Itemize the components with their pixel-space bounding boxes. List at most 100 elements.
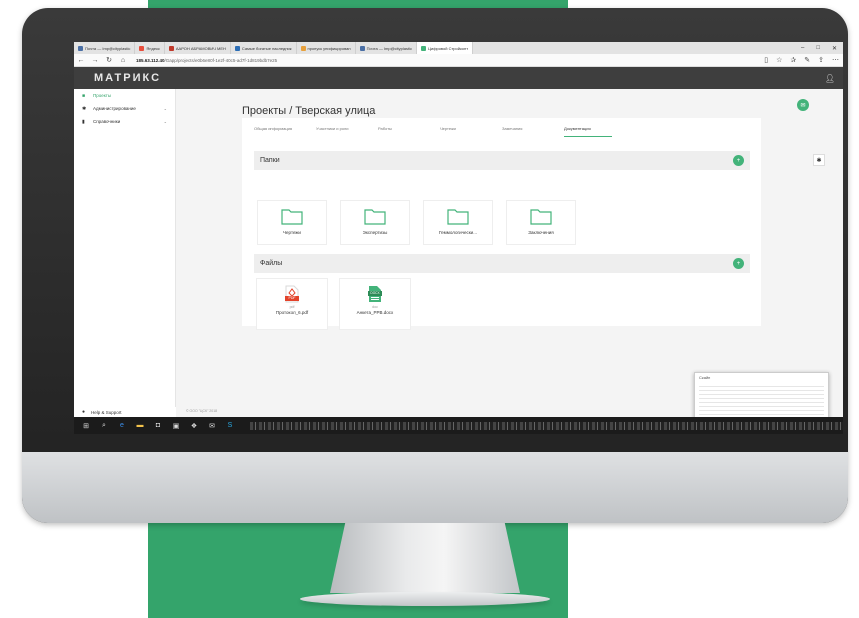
folders-header: Папки + [254,151,750,170]
tab-label: ААРОН АБРАМОВИЧ МЕН [175,45,226,51]
dropbox-icon[interactable]: ❖ [190,422,198,430]
favorites-icon[interactable]: ✰ [790,56,796,64]
app-icon[interactable]: ▣ [172,422,180,430]
tab-label: Почта — Imp@cityplastic [85,45,131,51]
edge-browser-icon[interactable]: e [118,422,126,429]
sidebar-item-projects[interactable]: ■ Проекты [74,89,175,102]
maximize-icon[interactable]: □ [816,45,820,52]
tab-documentation[interactable]: Документация [564,126,626,131]
file-name: Протокол_6.pdf [275,310,309,315]
file-extension: doc [372,305,378,309]
url-path: /Gapp/projects/e0b6e80f-1e2f-40c5-ad7f-1… [164,57,278,63]
browser-tab[interactable]: пропуск унифицирован [297,42,356,54]
help-icon: ● [82,409,86,415]
file-extension: pdf [289,305,295,309]
sidebar-item-references[interactable]: ▮ Справочники ⌄ [74,115,175,128]
thumbnail-title: Скайп [699,375,711,380]
help-support-link[interactable]: ● Help & Support [74,407,176,417]
folder-name: Экспертизы [362,230,388,235]
mail-icon[interactable]: ✉ [208,422,216,430]
tab-favicon-icon [300,45,306,51]
folder-name: Геммологически... [439,230,477,235]
book-icon: ▮ [82,118,85,125]
share-icon[interactable]: ⇪ [818,56,824,64]
browser-tab-bar: Почта — Imp@cityplastic Яндекс ААРОН АБР… [74,42,843,54]
favorite-star-icon[interactable]: ☆ [776,56,782,64]
file-explorer-icon[interactable]: ▬ [136,422,144,429]
tab-favicon-icon [168,45,174,51]
folder-icon [281,209,303,225]
sidebar-item-label: Администрирование [93,106,136,111]
settings-panel-button[interactable]: ✱ [813,154,825,166]
browser-tab[interactable]: Яндекс [135,42,165,54]
screen: Почта — Imp@cityplastic Яндекс ААРОН АБР… [74,42,843,434]
browser-toolbar-right: ▯ ☆ ✰ ✎ ⇪ ⋯ [764,56,843,64]
files-header: Файлы + [254,254,750,273]
search-icon[interactable]: ⌕ [100,422,108,430]
tab-general[interactable]: Общая информация [254,126,316,131]
tab-participants[interactable]: Участники и роли [316,126,378,131]
folder-item[interactable]: Геммологически... [423,200,493,245]
chevron-down-icon: ⌄ [163,106,167,111]
chevron-down-icon: ⌄ [163,119,167,124]
reading-view-icon[interactable]: ▯ [764,56,768,64]
store-icon[interactable]: ◘ [154,422,162,429]
sidebar: ■ Проекты ✱ Администрирование ⌄ ▮ Справо… [74,89,176,417]
user-icon[interactable]: 👤︎ [825,74,835,83]
sidebar-item-label: Проекты [93,93,112,98]
close-icon[interactable]: ✕ [832,45,837,52]
tab-drawings[interactable]: Чертежи [440,126,502,131]
windows-taskbar: ⊞ ⌕ e ▬ ◘ ▣ ❖ ✉ S [74,417,843,434]
file-item[interactable]: DOCX doc Анкета_РРВ.docx [339,278,411,330]
app-logo[interactable]: МАТРИКС [94,72,161,84]
mail-button[interactable]: ✉ [797,99,809,111]
tab-label: Цифровой Стройконт [428,45,469,51]
browser-tab[interactable]: ААРОН АБРАМОВИЧ МЕН [165,42,231,54]
documents-card: Общая информация Участники и роли Работы… [242,118,761,330]
add-file-button[interactable]: + [733,258,744,269]
windows-start-icon[interactable]: ⊞ [82,422,90,430]
skype-icon[interactable]: S [226,422,234,429]
add-folder-button[interactable]: + [733,155,744,166]
tab-favicon-icon [78,45,83,51]
forward-arrow-icon[interactable]: → [88,57,102,64]
file-badge: DOCX [370,291,380,295]
monitor-chin [22,452,848,523]
tab-remarks[interactable]: Замечания [502,126,564,131]
file-plus-icon: + [736,260,741,267]
folder-icon [364,209,386,225]
refresh-icon[interactable]: ↻ [102,56,116,64]
folder-icon [530,209,552,225]
browser-tab-active[interactable]: Цифровой Стройконт [417,42,474,54]
mail-icon: ✉ [800,102,806,109]
folder-item[interactable]: Чертежи [257,200,327,245]
minimize-icon[interactable]: – [801,45,804,52]
pen-icon[interactable]: ✎ [804,56,810,64]
project-tabs: Общая информация Участники и роли Работы… [254,126,626,131]
tab-favicon-icon [359,45,365,51]
app-header: МАТРИКС 👤︎ [74,67,843,89]
home-icon[interactable]: ⌂ [116,57,130,64]
folder-item[interactable]: Экспертизы [340,200,410,245]
browser-tab[interactable]: Почта — Imp@cityplastic [74,42,136,54]
tab-favicon-icon [234,45,240,51]
browser-tab[interactable]: Почта — Imp@cityplastic [356,42,417,54]
sidebar-item-administration[interactable]: ✱ Администрирование ⌄ [74,102,175,115]
url-host: 185.63.112.40 [136,57,165,63]
tab-works[interactable]: Работы [378,126,440,131]
folder-icon [447,209,469,225]
file-item[interactable]: PDF pdf Протокол_6.pdf [256,278,328,330]
more-icon[interactable]: ⋯ [832,56,839,64]
tab-label: Почта — Imp@cityplastic [366,45,412,51]
tab-label: Яндекс [146,45,160,51]
tab-label: Самые богатые наследник [241,45,292,51]
home-icon: ■ [82,92,86,99]
files-title: Файлы [260,260,283,267]
monitor-stand [330,523,520,593]
folder-item[interactable]: Заключения [506,200,576,245]
pdf-file-icon: PDF [285,285,299,303]
back-arrow-icon[interactable]: ← [74,57,88,64]
gear-icon: ✱ [816,157,822,164]
browser-tab[interactable]: Самые богатые наследник [231,42,297,54]
url-field[interactable]: 185.63.112.40/Gapp/projects/e0b6e80f-1e2… [136,58,277,63]
